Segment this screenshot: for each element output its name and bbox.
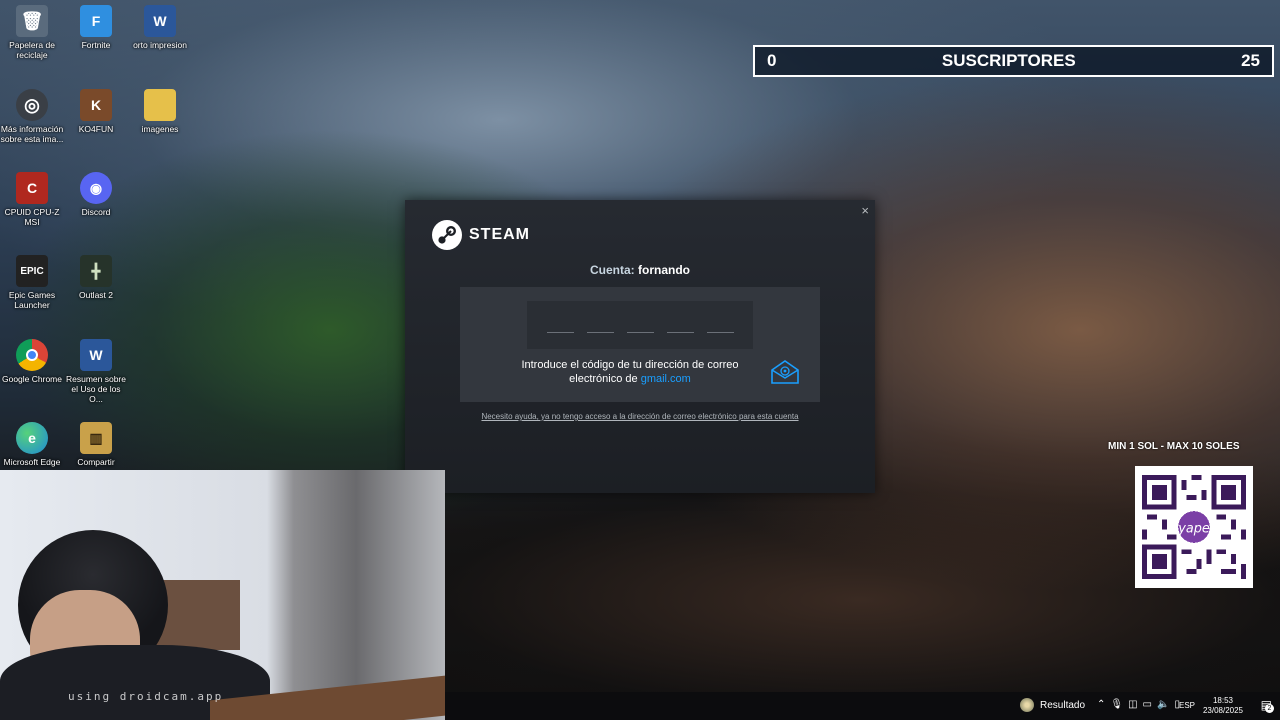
code-input[interactable] [527,301,753,349]
desktop-icon-compartir[interactable]: ▥ Compartir [64,422,128,468]
yape-logo: yape [1177,521,1210,536]
steam-login-dialog: × STEAM Cuenta: fornando Introduce el có… [405,200,875,493]
taskbar: Resultado ⌃ 🎙 ◫ ▭ 🔈 ▯ ESP 18:53 23/08/20… [445,692,1280,720]
desktop-icon-label: imagenes [141,124,179,134]
steam-logo: STEAM [432,220,530,250]
desktop-icon-orto-impresion[interactable]: W orto impresion [128,5,192,51]
instruction-line-2: electrónico de gmail.com [480,373,780,387]
help-link[interactable]: Necesito ayuda, ya no tengo acceso a la … [405,412,875,421]
desktop-icon-label: Papelera de reciclaje [9,40,55,60]
desktop-icon-imagenes[interactable]: imagenes [128,89,192,135]
droidcam-watermark: using droidcam.app [68,690,224,703]
steam-brand: STEAM [469,226,530,243]
desktop-icon-edge[interactable]: e Microsoft Edge [0,422,64,468]
yape-qr-code: yape [1135,466,1253,588]
desktop-icon-outlast[interactable]: ╋ Outlast 2 [64,255,128,301]
desktop-icon-label: Resumen sobre el Uso de los O... [65,374,126,404]
chevron-up-icon[interactable]: ⌃ [1097,699,1105,710]
webcam-feed: using droidcam.app [0,470,445,720]
account-line: Cuenta: fornando [405,263,875,277]
desktop-icon-label: Fortnite [81,40,111,50]
fortnite-icon: F [80,5,112,37]
account-name: fornando [638,263,690,277]
clock[interactable]: 18:53 23/08/2025 [1201,696,1245,717]
desktop-icon-label: Epic Games Launcher [8,290,56,310]
desktop-icon-label: Google Chrome [1,374,62,384]
desktop-icon-epic[interactable]: EPIC Epic Games Launcher [0,255,64,311]
desktop-icon-label: KO4FUN [78,124,114,134]
desktop-icon-label: Discord [81,207,111,217]
desktop-icon-label: Outlast 2 [78,290,114,300]
weather-icon [1020,698,1034,712]
clock-time: 18:53 [1212,696,1234,705]
weather-widget[interactable]: Resultado [1020,698,1085,712]
camera-icon[interactable]: ◫ [1128,699,1137,710]
close-button[interactable]: × [861,203,869,218]
network-icon[interactable]: ▭ [1143,699,1152,710]
notification-count: 2 [1265,704,1274,713]
folder-icon [144,89,176,121]
code-instructions: Introduce el código de tu dirección de c… [480,359,780,387]
code-panel: Introduce el código de tu dirección de c… [460,287,820,402]
instruction-line-1: Introduce el código de tu dirección de c… [521,359,739,371]
desktop-icon-label: Más información sobre esta ima... [0,124,64,144]
clock-date: 23/08/2025 [1202,706,1244,716]
mail-at-icon [771,360,799,384]
info-camera-icon: ◎ [16,89,48,121]
email-domain: gmail.com [640,372,691,385]
epic-games-icon: EPIC [16,255,48,287]
winrar-icon: ▥ [80,422,112,454]
desktop-icon-label: Microsoft Edge [3,457,61,467]
desktop-icon-chrome[interactable]: Google Chrome [0,339,64,385]
subscriber-goal-title: SUSCRIPTORES [941,51,1076,70]
code-slot[interactable] [626,331,654,333]
steam-icon [432,220,462,250]
word-doc-icon: W [80,339,112,371]
subscriber-goal-bar: 0 SUSCRIPTORES 25 [753,45,1274,77]
instruction-text: electrónico de [569,372,638,385]
desktop-icon-label: CPUID CPU-Z MSI [4,207,60,227]
chrome-icon [16,339,48,371]
desktop-icon-recycle-bin[interactable]: 🗑 Papelera de reciclaje [0,5,64,61]
desktop-icon-fortnite[interactable]: F Fortnite [64,5,128,51]
subscriber-count-goal: 25 [1241,51,1260,70]
donation-range-label: MIN 1 SOL - MAX 10 SOLES [1108,441,1240,452]
code-slot[interactable] [706,331,734,333]
ko4fun-icon: K [80,89,112,121]
word-doc-icon: W [144,5,176,37]
cpuz-icon: C [16,172,48,204]
desktop-icon-label: Compartir [77,457,115,467]
code-slot[interactable] [666,331,694,333]
notifications-button[interactable]: ▤ 2 [1261,698,1274,713]
weather-label: Resultado [1040,699,1086,711]
code-slot[interactable] [546,331,574,333]
discord-icon: ◉ [80,172,112,204]
mic-icon[interactable]: 🎙 [1110,699,1123,710]
recycle-bin-icon: 🗑 [16,5,48,37]
account-label: Cuenta: [589,263,635,277]
language-indicator[interactable]: ESP [1179,701,1195,710]
code-slot[interactable] [586,331,614,333]
system-tray: ⌃ 🎙 ◫ ▭ 🔈 ▯ [1097,699,1180,710]
desktop-icon-resumen[interactable]: W Resumen sobre el Uso de los O... [64,339,128,404]
desktop-icon-more-info[interactable]: ◎ Más información sobre esta ima... [0,89,64,145]
desktop-icon-ko4fun[interactable]: K KO4FUN [64,89,128,135]
edge-icon: e [16,422,48,454]
desktop-icon-cpuz[interactable]: C CPUID CPU-Z MSI [0,172,64,228]
outlast-icon: ╋ [80,255,112,287]
speaker-icon[interactable]: 🔈 [1157,699,1169,710]
subscriber-count-current: 0 [767,51,777,70]
desktop-icon-label: orto impresion [133,40,187,50]
desktop-icon-discord[interactable]: ◉ Discord [64,172,128,218]
